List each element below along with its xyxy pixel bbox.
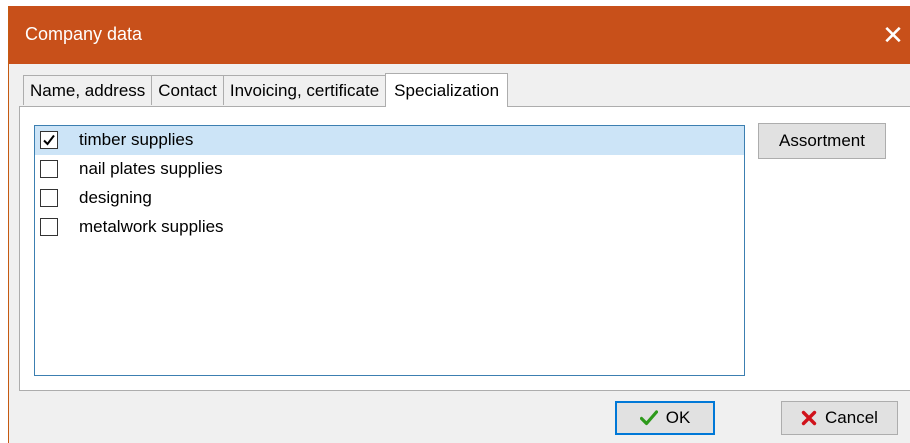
tab-specialization[interactable]: Specialization xyxy=(385,73,509,107)
company-data-dialog: Company data ✕ Name, address Contact Inv… xyxy=(8,6,910,443)
list-item[interactable]: designing xyxy=(35,184,744,213)
check-icon xyxy=(43,134,55,146)
list-item[interactable]: metalwork supplies xyxy=(35,213,744,242)
list-item-label: timber supplies xyxy=(79,130,194,149)
checkbox[interactable] xyxy=(40,218,58,236)
tab-contact[interactable]: Contact xyxy=(151,75,224,105)
cancel-button-label: Cancel xyxy=(825,408,878,427)
ok-button[interactable]: OK xyxy=(615,401,715,435)
tab-invoicing-certificate[interactable]: Invoicing, certificate xyxy=(222,75,387,105)
list-item-label: designing xyxy=(79,188,152,207)
specialization-list[interactable]: timber supplies nail plates supplies des… xyxy=(34,125,745,376)
assortment-button[interactable]: Assortment xyxy=(758,123,886,159)
window-title: Company data xyxy=(25,24,143,44)
checkbox[interactable] xyxy=(40,189,58,207)
tab-name-address[interactable]: Name, address xyxy=(23,75,153,105)
tab-strip: Name, address Contact Invoicing, certifi… xyxy=(23,73,509,107)
assortment-button-label: Assortment xyxy=(779,131,865,150)
cancel-button[interactable]: Cancel xyxy=(781,401,898,435)
checkbox[interactable] xyxy=(40,160,58,178)
cross-icon xyxy=(801,410,817,426)
close-icon[interactable]: ✕ xyxy=(875,6,910,64)
list-item-label: nail plates supplies xyxy=(79,159,223,178)
list-item[interactable]: timber supplies xyxy=(35,126,744,155)
list-item[interactable]: nail plates supplies xyxy=(35,155,744,184)
checkbox-checked[interactable] xyxy=(40,131,58,149)
ok-button-label: OK xyxy=(665,408,691,427)
list-item-label: metalwork supplies xyxy=(79,217,224,236)
checkmark-icon xyxy=(639,410,658,426)
title-bar: Company data ✕ xyxy=(9,6,910,64)
